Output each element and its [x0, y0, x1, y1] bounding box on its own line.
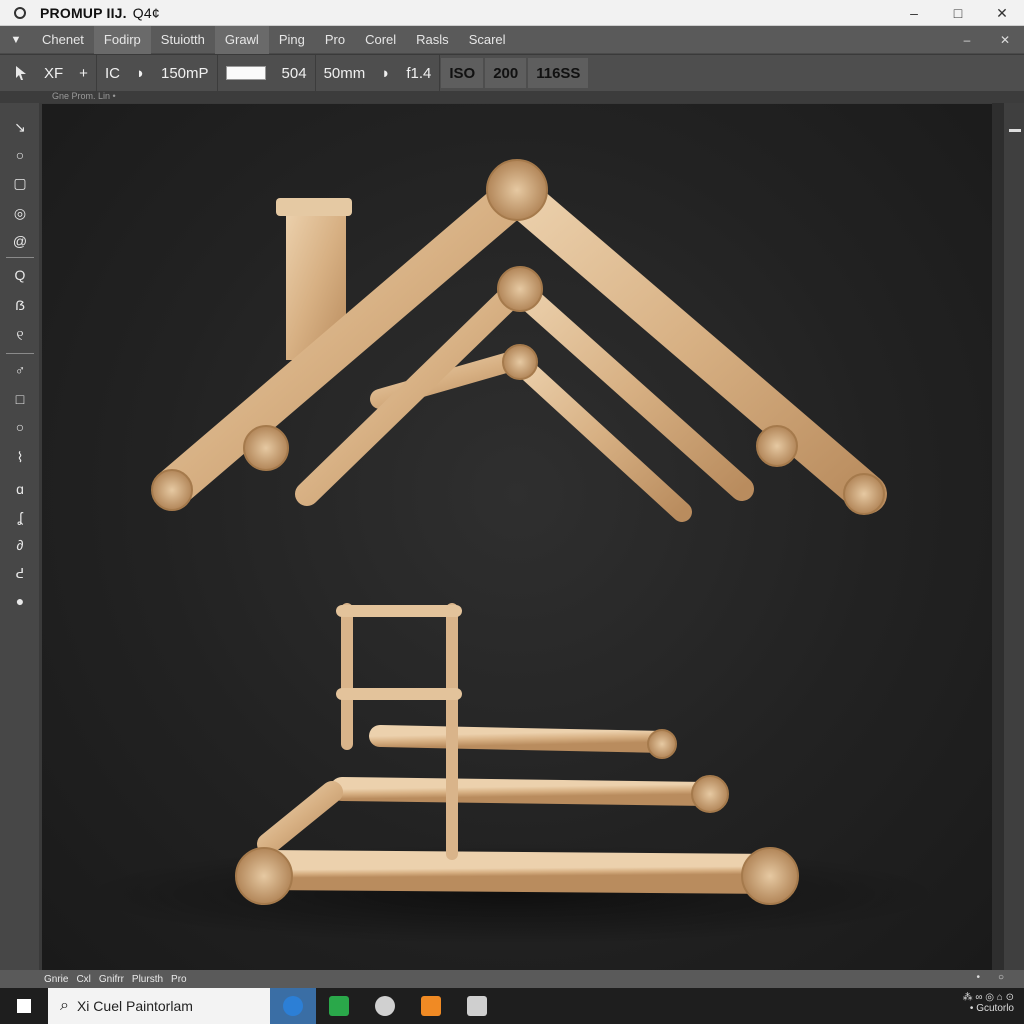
rect-tool-icon[interactable]: ▢: [6, 171, 34, 195]
status-dot-icon: •: [976, 972, 980, 983]
drop-tool-icon[interactable]: ∂: [6, 533, 34, 557]
path-tool-icon[interactable]: ⌇: [6, 445, 34, 469]
media-icon: [375, 996, 395, 1016]
megapixel-value[interactable]: 150mP: [153, 55, 218, 91]
chevron-down-icon[interactable]: ▼: [0, 34, 32, 46]
menu-bar: ▼ Chenet Fodirp Stuiotth Grawl Ping Pro …: [0, 25, 1024, 54]
doc-minimize-button[interactable]: –: [948, 26, 986, 54]
color-swatch[interactable]: [218, 55, 274, 91]
spreadsheet-icon: [329, 996, 349, 1016]
document-canvas[interactable]: [42, 104, 992, 970]
taskbar-app-active[interactable]: [270, 988, 316, 1024]
status-item: Cxl: [76, 973, 91, 985]
clone-tool-icon[interactable]: ୧: [6, 323, 34, 347]
taskbar-app[interactable]: [316, 988, 362, 1024]
window-title: PROMUP IIJ. Q4¢: [40, 5, 160, 21]
brush-tool-icon[interactable]: ẞ: [6, 293, 34, 317]
system-tray: ⁂ ∞ ◎ ⌂ ⊙ • Gcutorlo: [963, 992, 1014, 1014]
window-title-text: PROMUP IIJ.: [40, 4, 127, 21]
options-bar: XF + IC ◗ 150mP 504 50mm ◗ f1.4 ISO 200 …: [0, 55, 1024, 91]
menu-item-scarel[interactable]: Scarel: [459, 26, 516, 54]
menu-item-pro[interactable]: Pro: [315, 26, 355, 54]
tray-label: • Gcutorlo: [969, 1003, 1014, 1014]
close-button[interactable]: ✕: [980, 0, 1024, 26]
menu-item-grawl[interactable]: Grawl: [214, 25, 269, 54]
smudge-tool-icon[interactable]: ʆ: [6, 505, 34, 529]
toolbox-divider: [6, 353, 34, 354]
move-tool-icon[interactable]: ↘: [6, 115, 34, 139]
browser-icon: [283, 996, 303, 1016]
vertical-scrollbar[interactable]: [992, 103, 1004, 983]
status-item: Gnrie: [44, 973, 69, 985]
iso-label[interactable]: ISO: [441, 58, 484, 88]
panel-collapse-handle[interactable]: [1009, 129, 1021, 132]
menu-item-ping[interactable]: Ping: [269, 26, 315, 54]
info-strip-text: Gne Prom. Lin •: [52, 91, 116, 101]
info-strip: Gne Prom. Lin •: [0, 91, 1024, 103]
taskbar-search-text: Xi Cuel Paintorlam: [76, 998, 193, 1014]
taskbar-app[interactable]: [454, 988, 500, 1024]
windows-logo-icon: [17, 999, 31, 1013]
hand-tool-icon[interactable]: ᕍ: [6, 561, 34, 585]
status-item: Gnifrr: [98, 973, 124, 985]
menu-item-corel[interactable]: Corel: [355, 26, 406, 54]
square-tool-icon[interactable]: □: [6, 387, 34, 411]
taskbar: ⌕ Xi Cuel Paintorlam ⁂ ∞ ◎ ⌂ ⊙ • Gcutorl…: [0, 988, 1024, 1024]
status-item: Pro: [171, 973, 187, 985]
focal-length[interactable]: 50mm: [316, 55, 374, 91]
toolbox-divider: [6, 257, 34, 258]
size-value[interactable]: 504: [274, 55, 316, 91]
toggle-icon[interactable]: ◗: [128, 55, 153, 91]
ic-option[interactable]: IC: [97, 55, 128, 91]
tray-icons[interactable]: ⁂ ∞ ◎ ⌂ ⊙: [963, 992, 1014, 1003]
right-panel: [992, 103, 1024, 983]
window-controls: – □ ✕: [892, 0, 1024, 26]
wooden-house-image: [82, 159, 942, 944]
iso-value[interactable]: 200: [485, 58, 527, 88]
lasso-icon[interactable]: ◎: [6, 201, 34, 225]
xf-option[interactable]: XF: [36, 55, 71, 91]
taskbar-app[interactable]: [408, 988, 454, 1024]
zoom-tool-icon[interactable]: Q: [6, 263, 34, 287]
maximize-button[interactable]: □: [936, 0, 980, 26]
menu-item-stuiotth[interactable]: Stuiotth: [151, 26, 215, 54]
pen-tool-icon[interactable]: ♂: [6, 358, 34, 382]
menu-item-fodirp[interactable]: Fodirp: [93, 25, 151, 54]
menu-item-chenet[interactable]: Chenet: [32, 26, 94, 54]
aperture-icon[interactable]: ◗: [373, 55, 398, 91]
arrow-tool-icon[interactable]: [0, 55, 36, 91]
shutter-value[interactable]: 116SS: [528, 58, 589, 88]
app-icon: [14, 6, 26, 19]
dodge-tool-icon[interactable]: ɑ: [6, 477, 34, 501]
fstop-value[interactable]: f1.4: [398, 55, 441, 91]
doc-close-button[interactable]: ✕: [986, 26, 1024, 54]
taskbar-search[interactable]: ⌕ Xi Cuel Paintorlam: [48, 988, 270, 1024]
circle-select-icon[interactable]: ○: [6, 143, 34, 167]
menu-item-rasls[interactable]: Rasls: [406, 26, 459, 54]
plus-option[interactable]: +: [71, 55, 97, 91]
start-button[interactable]: [0, 988, 48, 1024]
ellipse-tool-icon[interactable]: ○: [6, 415, 34, 439]
minimize-button[interactable]: –: [892, 0, 936, 26]
taskbar-app[interactable]: [362, 988, 408, 1024]
window-title-suffix: Q4¢: [132, 4, 160, 21]
paint-icon: [421, 996, 441, 1016]
status-circle-icon: ○: [997, 972, 1004, 983]
status-item: Plursth: [131, 973, 164, 985]
toolbox: ↘ ○ ▢ ◎ @ Q ẞ ୧ ♂ □ ○ ⌇ ɑ ʆ ∂ ᕍ ●: [0, 103, 40, 983]
image-editor-icon: [467, 996, 487, 1016]
spiral-icon[interactable]: @: [6, 229, 34, 253]
title-bar: PROMUP IIJ. Q4¢ – □ ✕: [0, 0, 1024, 26]
color-tool-icon[interactable]: ●: [6, 589, 34, 613]
status-bar: Gnrie Cxl Gnifrr Plursth Pro • ○: [0, 970, 1024, 988]
white-swatch[interactable]: [225, 66, 266, 80]
search-icon: ⌕: [60, 997, 69, 1014]
